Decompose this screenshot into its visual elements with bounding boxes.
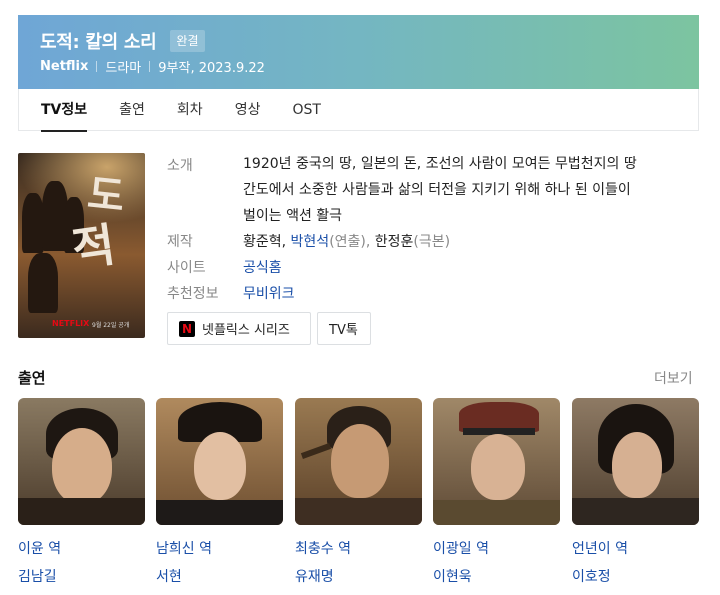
tab-videos[interactable]: 영상 [235, 89, 261, 131]
face-shape [194, 432, 246, 500]
producer-name: 황준혁 [243, 234, 282, 250]
intro-line: 1920년 중국의 땅, 일본의 돈, 조선의 사람이 모여든 무법천지의 땅 [243, 156, 637, 172]
clothing-shape [18, 498, 145, 525]
title-banner: 도적: 칼의 소리 완결 Netflix 드라마 9부작, 2023.9.22 [18, 15, 699, 89]
cast-role[interactable]: 이광일 역 [433, 538, 560, 558]
status-badge: 완결 [170, 30, 205, 52]
netflix-series-button[interactable]: N 넷플릭스 시리즈 [167, 312, 311, 345]
site-label: 사이트 [167, 260, 206, 276]
cast-photo[interactable] [18, 398, 145, 525]
clothing-shape [572, 498, 699, 525]
cast-actor[interactable]: 이호정 [572, 566, 699, 586]
official-site-link[interactable]: 공식홈 [243, 257, 282, 277]
netflix-icon: N [179, 320, 195, 337]
netflix-series-label: 넷플릭스 시리즈 [202, 323, 290, 338]
poster-title-char: 적 [68, 217, 119, 277]
production-value: 황준혁, 박현석(연출), 한정훈(극본) [243, 231, 450, 251]
producer-name: 한정훈 [374, 234, 414, 250]
tv-talk-button[interactable]: TV톡 [317, 312, 371, 345]
cast-actor[interactable]: 김남길 [18, 566, 145, 586]
cast-card[interactable]: 이광일 역 이현욱 [433, 398, 560, 586]
intro-text: 1920년 중국의 땅, 일본의 돈, 조선의 사람이 모여든 무법천지의 땅 … [243, 151, 703, 229]
clothing-shape [156, 500, 283, 525]
face-shape [612, 432, 662, 498]
program-meta: Netflix 드라마 9부작, 2023.9.22 [40, 57, 265, 76]
intro-line: 간도에서 소중한 사람들과 삶의 터전을 지키기 위해 하나 된 이들이 [243, 182, 631, 198]
poster-date-mark: 9월 22일 공개 [92, 322, 130, 329]
meta-divider [96, 61, 98, 72]
cast-card[interactable]: 언년이 역 이호정 [572, 398, 699, 586]
cast-role[interactable]: 이윤 역 [18, 538, 145, 558]
cast-photo[interactable] [433, 398, 560, 525]
more-link[interactable]: 더보기 [654, 368, 693, 388]
producer-role: (극본) [413, 234, 451, 250]
genre-label: 드라마 [105, 61, 142, 76]
production-label: 제작 [167, 234, 193, 250]
cast-role[interactable]: 남희신 역 [156, 538, 283, 558]
tab-tv-info[interactable]: TV정보 [41, 89, 88, 132]
cast-role[interactable]: 언년이 역 [572, 538, 699, 558]
cast-role[interactable]: 최충수 역 [295, 538, 422, 558]
program-title[interactable]: 도적: 칼의 소리 [40, 28, 157, 54]
bow-shape [300, 443, 332, 459]
recommend-label: 추천정보 [167, 286, 219, 302]
poster-image[interactable]: 도 적 NETFLIX 9월 22일 공개 [18, 153, 145, 338]
cast-actor[interactable]: 유재명 [295, 566, 422, 586]
intro-line: 벌이는 액션 활극 [243, 208, 343, 224]
producer-link[interactable]: 박현석 [291, 234, 330, 250]
producer-separator: , [281, 234, 287, 250]
intro-label: 소개 [167, 158, 193, 174]
cast-section-title: 출연 [18, 369, 46, 387]
network-label[interactable]: Netflix [40, 59, 88, 74]
face-shape [52, 428, 112, 504]
cast-card[interactable]: 남희신 역 서현 [156, 398, 283, 586]
clothing-shape [295, 498, 422, 525]
cast-photo[interactable] [156, 398, 283, 525]
tv-talk-label: TV톡 [329, 323, 358, 338]
cast-card[interactable]: 이윤 역 김남길 [18, 398, 145, 586]
recommend-link[interactable]: 무비위크 [243, 283, 295, 303]
poster-figure [28, 253, 58, 313]
producer-role: (연출), [329, 234, 371, 250]
tab-episodes[interactable]: 회차 [177, 89, 203, 131]
tab-cast[interactable]: 출연 [119, 89, 145, 131]
cast-photo[interactable] [295, 398, 422, 525]
cast-card[interactable]: 최충수 역 유재명 [295, 398, 422, 586]
tab-bar: TV정보 출연 회차 영상 OST [18, 89, 699, 132]
uniform-shape [433, 500, 560, 525]
face-shape [331, 424, 389, 498]
meta-divider [149, 61, 151, 72]
tab-ost[interactable]: OST [292, 89, 320, 131]
cast-actor[interactable]: 서현 [156, 566, 283, 586]
poster-figure [22, 193, 44, 253]
poster-netflix-mark: NETFLIX [52, 319, 90, 328]
cast-actor[interactable]: 이현욱 [433, 566, 560, 586]
cast-photo[interactable] [572, 398, 699, 525]
episodes-date-label: 9부작, 2023.9.22 [158, 61, 265, 76]
face-shape [471, 434, 525, 500]
netflix-icon-letter: N [181, 321, 193, 336]
